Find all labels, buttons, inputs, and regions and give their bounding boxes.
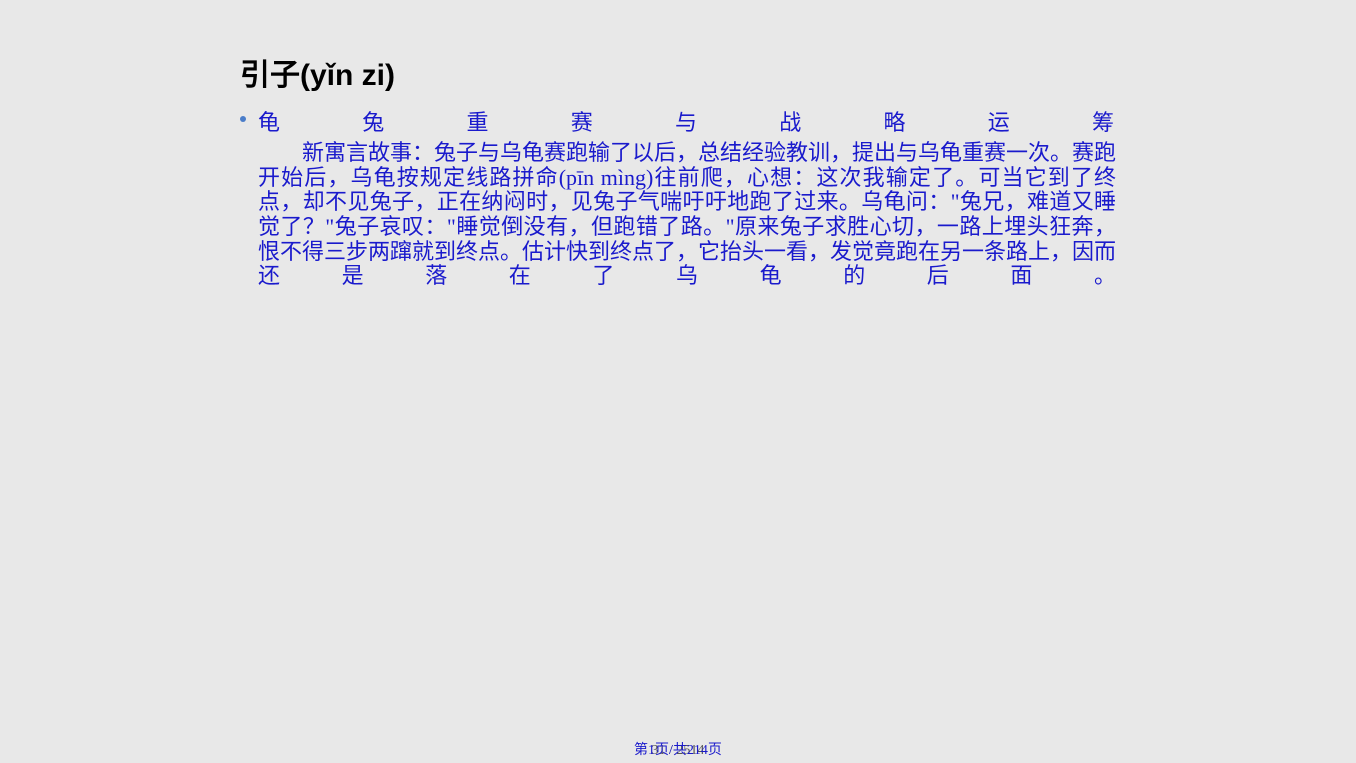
subtitle: 龟兔重赛与战略运筹	[258, 106, 1116, 139]
slide-container: 引子(yǐn zi) 龟兔重赛与战略运筹 新寓言故事：兔子与乌龟赛跑输了以后，总…	[0, 0, 1356, 763]
content-row: 龟兔重赛与战略运筹 新寓言故事：兔子与乌龟赛跑输了以后，总结经验教训，提出与乌龟…	[240, 106, 1116, 289]
bullet-icon	[240, 116, 246, 122]
page-title: 引子(yǐn zi)	[240, 50, 1116, 94]
body-paragraph: 新寓言故事：兔子与乌龟赛跑输了以后，总结经验教训，提出与乌龟重赛一次。赛跑开始后…	[258, 141, 1116, 289]
content-text: 龟兔重赛与战略运筹 新寓言故事：兔子与乌龟赛跑输了以后，总结经验教训，提出与乌龟…	[258, 106, 1116, 289]
footer-page-indicator: 第1页/共214页	[0, 739, 1356, 759]
